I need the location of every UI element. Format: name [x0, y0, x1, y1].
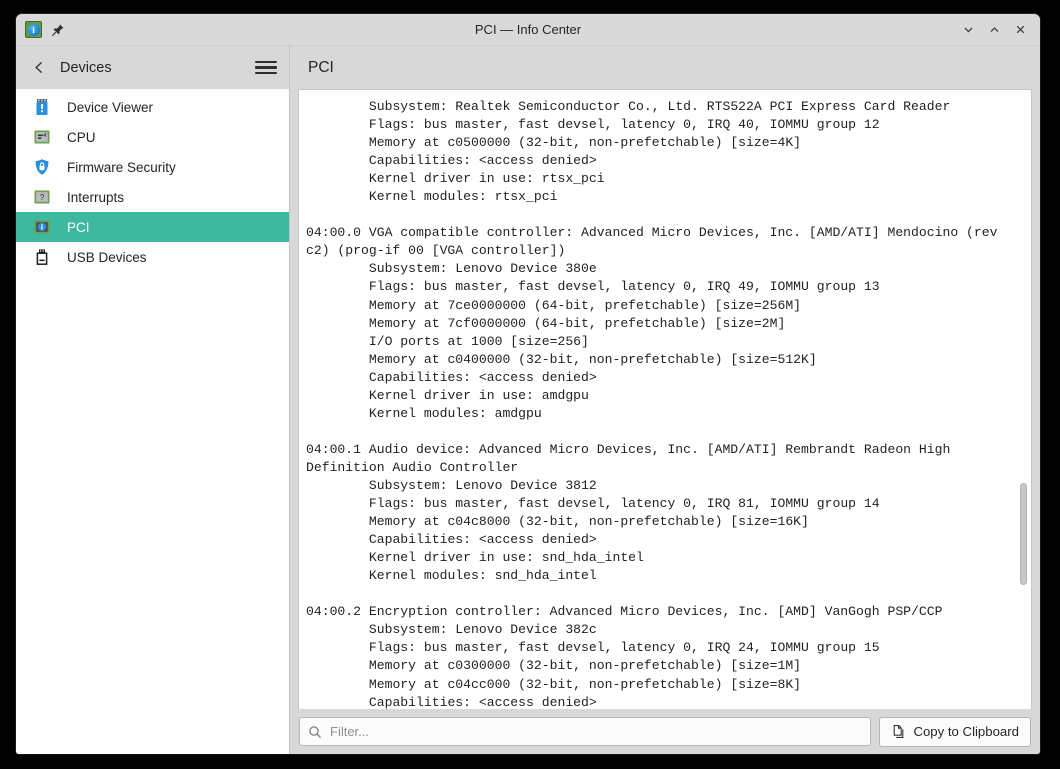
- sidebar-item-label: CPU: [67, 129, 96, 145]
- filter-field[interactable]: [299, 717, 872, 746]
- page-title: PCI: [290, 46, 1040, 89]
- shield-icon: [32, 157, 52, 177]
- close-button[interactable]: [1008, 18, 1032, 42]
- title-bar[interactable]: i PCI — Info Center: [16, 14, 1040, 46]
- minimize-button[interactable]: [956, 18, 980, 42]
- maximize-button[interactable]: [982, 18, 1006, 42]
- app-window: i PCI — Info Center Devices Device Viewe…: [16, 14, 1040, 754]
- main-pane: PCI Subsystem: Realtek Semiconductor Co.…: [290, 46, 1040, 754]
- usb-stick-icon: [32, 247, 52, 267]
- bottom-toolbar: Copy to Clipboard: [290, 709, 1040, 754]
- hamburger-menu-icon[interactable]: [255, 59, 277, 77]
- title-bar-left: i: [16, 21, 65, 38]
- copy-icon: [891, 724, 906, 739]
- search-icon: [308, 725, 322, 739]
- sidebar-item-label: PCI: [67, 219, 90, 235]
- sidebar-item-label: USB Devices: [67, 249, 147, 265]
- pin-icon[interactable]: [51, 23, 65, 37]
- copy-button-label: Copy to Clipboard: [913, 724, 1019, 739]
- window-controls: [956, 18, 1040, 42]
- pci-info-icon: [32, 217, 52, 237]
- info-center-icon: i: [25, 21, 42, 38]
- sidebar-title: Devices: [60, 59, 112, 76]
- sidebar-item-usb-devices[interactable]: USB Devices: [16, 242, 289, 272]
- filter-input[interactable]: [330, 724, 863, 739]
- sidebar-item-label: Interrupts: [67, 189, 125, 205]
- chevron-left-icon[interactable]: [30, 59, 48, 77]
- svg-text:?: ?: [40, 192, 45, 202]
- window-body: Devices Device Viewer CPU Firmware Secur…: [16, 46, 1040, 754]
- sidebar-item-label: Device Viewer: [67, 99, 154, 115]
- sidebar-item-firmware-security[interactable]: Firmware Security: [16, 152, 289, 182]
- sidebar-item-cpu[interactable]: CPU: [16, 122, 289, 152]
- device-viewer-icon: [32, 97, 52, 117]
- interrupts-chip-icon: ?: [32, 187, 52, 207]
- pci-output-text[interactable]: Subsystem: Realtek Semiconductor Co., Lt…: [299, 90, 1031, 709]
- sidebar-item-pci[interactable]: PCI: [16, 212, 289, 242]
- sidebar-item-device-viewer[interactable]: Device Viewer: [16, 92, 289, 122]
- scrollbar-track[interactable]: [1017, 90, 1030, 709]
- sidebar-item-interrupts[interactable]: ? Interrupts: [16, 182, 289, 212]
- copy-to-clipboard-button[interactable]: Copy to Clipboard: [879, 716, 1031, 747]
- scrollbar-thumb[interactable]: [1020, 483, 1027, 586]
- vertical-scrollbar[interactable]: [1017, 90, 1030, 709]
- window-title: PCI — Info Center: [474, 22, 582, 37]
- sidebar-header: Devices: [16, 46, 289, 89]
- screen: i PCI — Info Center Devices Device Viewe…: [0, 0, 1060, 769]
- pci-output-panel: Subsystem: Realtek Semiconductor Co., Lt…: [298, 89, 1032, 709]
- sidebar: Devices Device Viewer CPU Firmware Secur…: [16, 46, 290, 754]
- cpu-chip-icon: [32, 127, 52, 147]
- sidebar-list: Device Viewer CPU Firmware Security ? In…: [16, 89, 289, 754]
- sidebar-item-label: Firmware Security: [67, 159, 176, 175]
